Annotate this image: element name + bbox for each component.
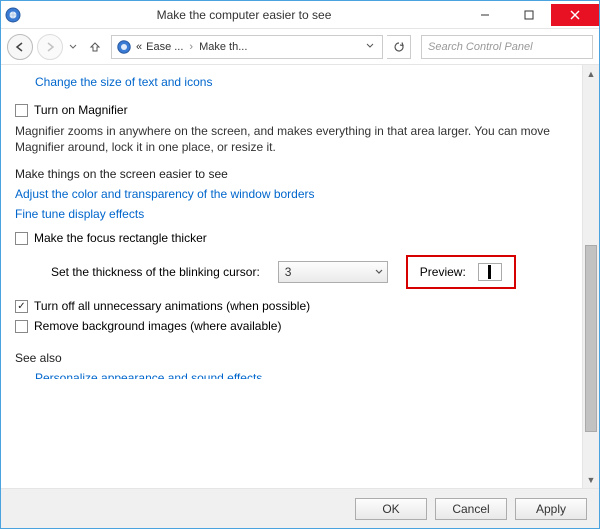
search-input[interactable]: Search Control Panel [421,35,593,59]
minimize-button[interactable] [463,4,507,26]
navigation-bar: « Ease ... › Make th... Search Control P… [1,29,599,65]
nav-forward-button[interactable] [37,34,63,60]
ok-button[interactable]: OK [355,498,427,520]
focus-rectangle-label: Make the focus rectangle thicker [34,231,207,245]
app-icon [1,7,25,23]
ease-of-access-icon [116,39,132,55]
cursor-thickness-value: 3 [285,265,292,279]
nav-up-button[interactable] [83,35,107,59]
cursor-preview-box [478,263,502,281]
section-see-also-heading: See also [15,351,568,365]
breadcrumb-make[interactable]: Make th... [199,41,247,53]
scroll-track[interactable] [583,82,599,471]
refresh-button[interactable] [387,35,411,59]
search-placeholder: Search Control Panel [428,41,533,53]
window-title: Make the computer easier to see [25,8,463,22]
cursor-thickness-select[interactable]: 3 [278,261,388,283]
cursor-preview-highlight: Preview: [406,255,516,289]
address-bar[interactable]: « Ease ... › Make th... [111,35,383,59]
breadcrumb-prefix: « [136,41,142,53]
breadcrumb-ease[interactable]: Ease ... [146,41,183,53]
vertical-scrollbar[interactable]: ▲ ▼ [582,65,599,488]
breadcrumb-separator-icon: › [187,41,195,53]
cursor-preview-bar [488,265,491,279]
content-area: Change the size of text and icons Turn o… [1,65,599,488]
title-bar: Make the computer easier to see [1,1,599,29]
section-make-easier-heading: Make things on the screen easier to see [15,167,568,181]
window-frame: Make the computer easier to see « Ease .… [0,0,600,529]
window-control-buttons [463,4,599,26]
content-panel: Change the size of text and icons Turn o… [1,65,582,488]
animations-label: Turn off all unnecessary animations (whe… [34,299,310,313]
link-adjust-borders[interactable]: Adjust the color and transparency of the… [15,187,568,201]
magnifier-checkbox[interactable] [15,104,28,117]
remove-bg-checkbox[interactable] [15,320,28,333]
close-button[interactable] [551,4,599,26]
remove-bg-label: Remove background images (where availabl… [34,319,281,333]
cursor-thickness-row: Set the thickness of the blinking cursor… [51,255,568,289]
cancel-button[interactable]: Cancel [435,498,507,520]
scroll-thumb[interactable] [585,245,597,432]
link-fine-tune[interactable]: Fine tune display effects [15,207,568,221]
magnifier-description: Magnifier zooms in anywhere on the scree… [15,123,568,155]
focus-rectangle-checkbox[interactable] [15,232,28,245]
apply-button[interactable]: Apply [515,498,587,520]
animations-checkbox[interactable]: ✓ [15,300,28,313]
link-personalize[interactable]: Personalize appearance and sound effects [35,371,568,379]
nav-back-button[interactable] [7,34,33,60]
chevron-down-icon [375,265,383,279]
nav-history-dropdown[interactable] [67,43,79,51]
scroll-down-arrow-icon[interactable]: ▼ [583,471,599,488]
preview-label: Preview: [420,265,466,279]
address-dropdown-icon[interactable] [362,41,378,53]
maximize-button[interactable] [507,4,551,26]
magnifier-checkbox-label: Turn on Magnifier [34,103,128,117]
button-footer: OK Cancel Apply [1,488,599,528]
cursor-thickness-label: Set the thickness of the blinking cursor… [51,265,260,279]
link-change-text-size[interactable]: Change the size of text and icons [35,75,568,89]
scroll-up-arrow-icon[interactable]: ▲ [583,65,599,82]
